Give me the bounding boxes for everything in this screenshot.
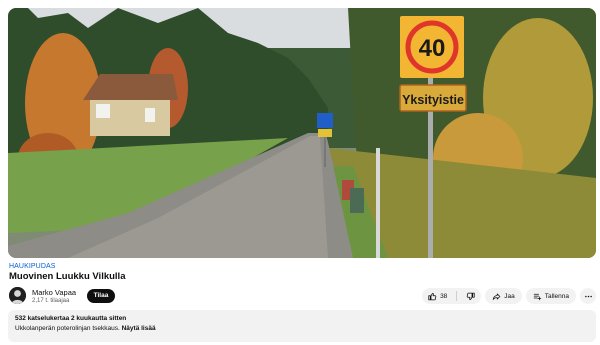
thumbs-up-icon: [428, 292, 437, 300]
hashtag-link[interactable]: HAUKIPUDAS: [9, 263, 56, 270]
like-separator: [456, 291, 458, 301]
show-more-link[interactable]: Näytä lisää: [122, 325, 156, 332]
channel-row: Marko Vapaa 2,17 t. tilaajaa Tilaa 38 Ja…: [8, 286, 598, 306]
channel-name[interactable]: Marko Vapaa: [32, 288, 76, 297]
video-player[interactable]: 40 Yksityistie: [8, 8, 596, 258]
channel-avatar[interactable]: [9, 287, 26, 304]
view-stats: 532 katselukertaa 2 kuukautta sitten: [15, 315, 127, 322]
share-label: Jaa: [504, 292, 515, 300]
like-count: 38: [440, 292, 448, 300]
description-line: Ukkolanperän poterolinjan tsekkaus. Näyt…: [15, 325, 589, 332]
action-bar: 38 Jaa Tallenna: [422, 288, 596, 304]
save-label: Tallenna: [544, 292, 569, 300]
subscriber-count: 2,17 t. tilaajaa: [32, 298, 70, 304]
avatar-image: [9, 287, 26, 304]
subscribe-button[interactable]: Tilaa: [87, 289, 115, 303]
more-actions-button[interactable]: [580, 288, 596, 304]
video-title: Muovinen Luukku Vilkulla: [9, 271, 126, 282]
thumbs-down-icon: [467, 292, 475, 300]
like-dislike-group: 38: [422, 288, 482, 304]
description-text: Ukkolanperän poterolinjan tsekkaus.: [15, 325, 120, 332]
description-box[interactable]: 532 katselukertaa 2 kuukautta sitten Ukk…: [8, 310, 596, 342]
dislike-button[interactable]: [460, 288, 481, 304]
like-button[interactable]: 38: [422, 288, 453, 304]
playlist-add-icon: [533, 293, 542, 300]
save-button[interactable]: Tallenna: [525, 288, 576, 304]
share-arrow-icon: [493, 293, 501, 300]
more-horizontal-icon: [584, 295, 592, 297]
share-button[interactable]: Jaa: [485, 288, 522, 304]
private-road-sign: Yksityistie: [402, 93, 464, 107]
video-frame: 40 Yksityistie: [8, 8, 596, 258]
speed-limit-sign: 40: [419, 35, 446, 62]
